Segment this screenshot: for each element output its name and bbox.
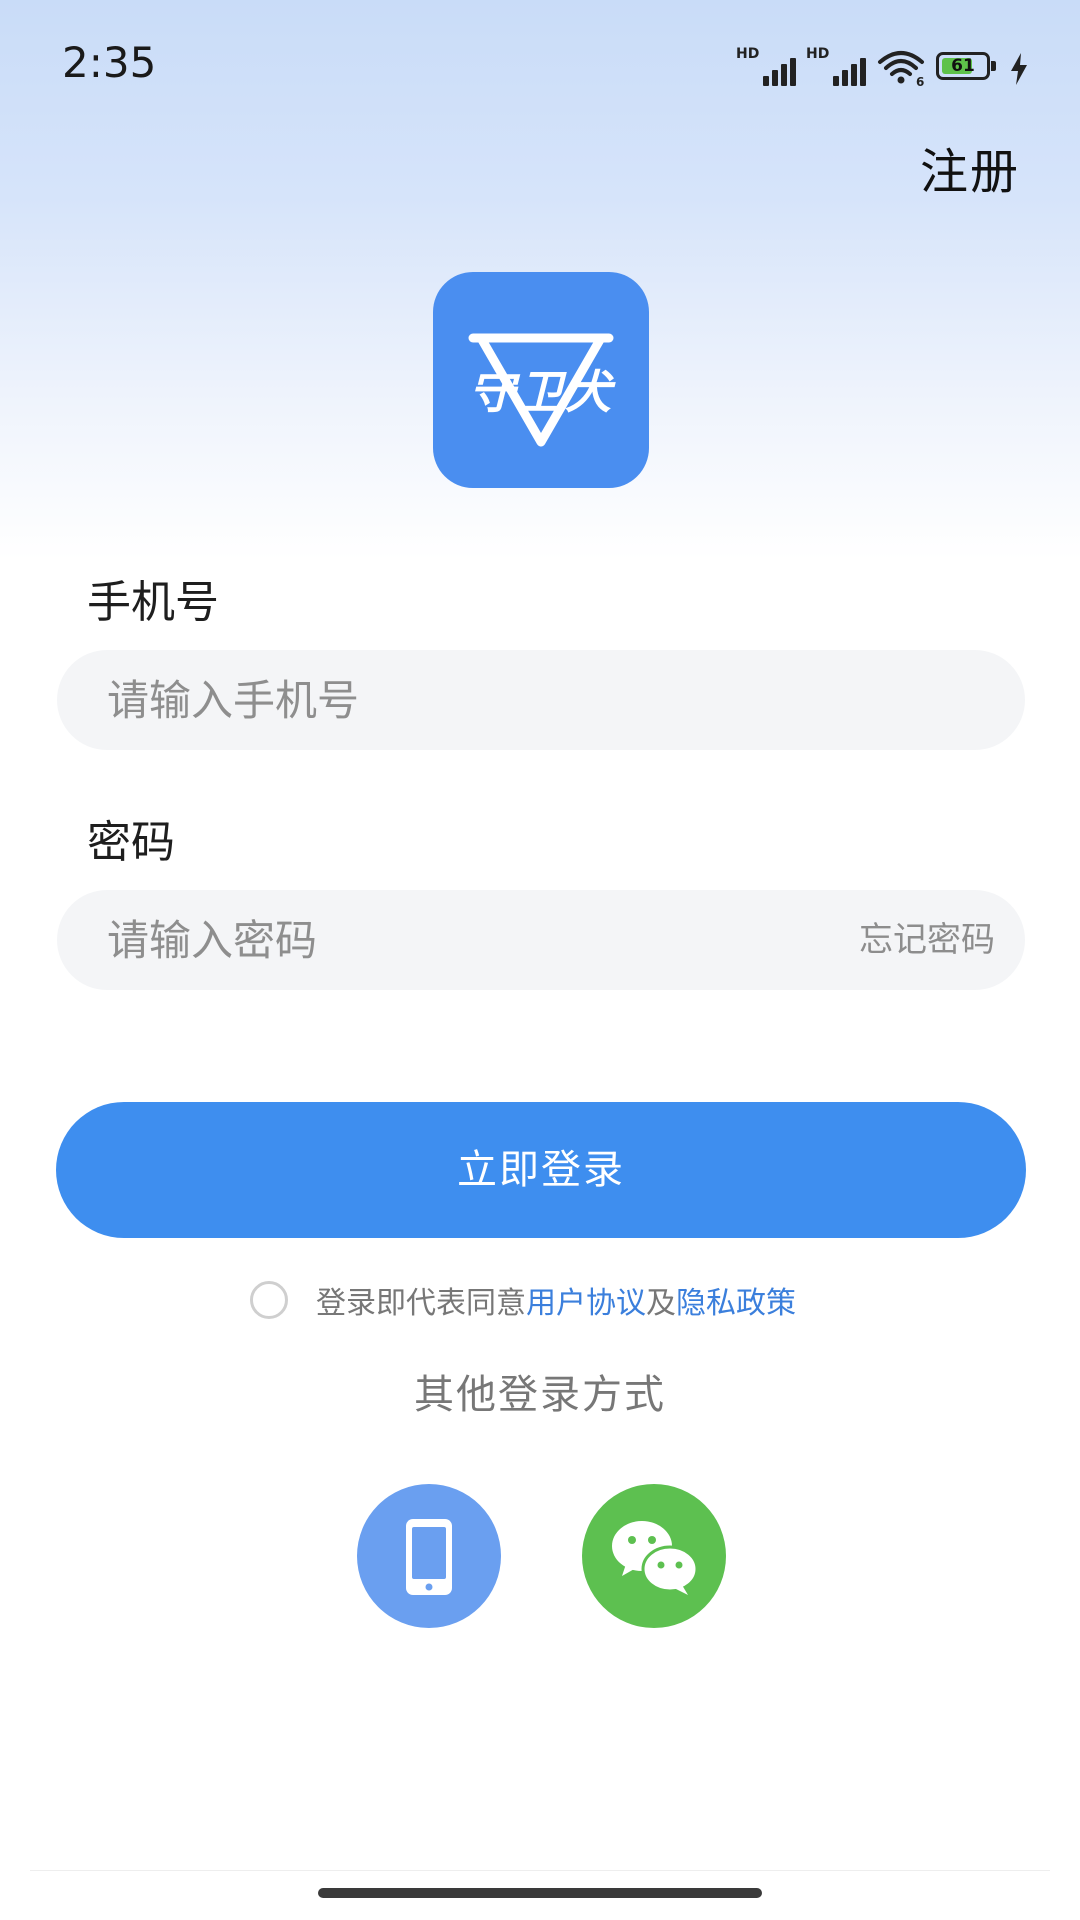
status-time: 2:35 [62,38,157,87]
battery-icon: 61 [936,52,998,82]
register-link[interactable]: 注册 [920,132,1020,202]
bottom-divider [30,1870,1050,1871]
app-logo: 守卫犬 [433,272,649,488]
agreement-row: 登录即代表同意 用户协议 及 隐私政策 [250,1278,796,1322]
phone-input-box[interactable] [57,650,1025,750]
signal-sim2-icon: HD [806,46,866,86]
wifi-badge: 6 [916,75,924,86]
phone-login-button[interactable] [357,1484,501,1628]
logo-text: 守卫犬 [469,365,613,419]
password-label: 密码 [87,817,175,868]
forgot-password-link[interactable]: 忘记密码 [859,890,995,990]
wechat-icon [612,1521,699,1595]
battery-level: 61 [951,56,975,76]
wechat-login-button[interactable] [582,1484,726,1628]
agreement-checkbox[interactable] [250,1281,288,1319]
agreement-prefix: 登录即代表同意 [316,1286,526,1321]
charging-icon [1011,53,1027,85]
status-bar: 2:35 HD HD 6 61 [0,0,1080,130]
signal-sim1-icon: HD [736,46,796,86]
hd-label: HD [806,46,830,62]
privacy-policy-link[interactable]: 隐私政策 [676,1278,796,1322]
password-input[interactable] [107,890,807,990]
password-input-box[interactable]: 忘记密码 [57,890,1025,990]
mobile-phone-icon [406,1519,452,1595]
phone-input[interactable] [107,650,807,750]
hd-label: HD [736,46,760,62]
agreement-conjunction: 及 [646,1286,676,1321]
status-icons: HD HD 6 61 [736,44,1030,86]
login-button[interactable]: 立即登录 [56,1102,1026,1238]
user-agreement-link[interactable]: 用户协议 [526,1278,646,1322]
other-login-title: 其他登录方式 [414,1372,666,1418]
home-indicator[interactable] [318,1888,762,1898]
phone-label: 手机号 [87,577,219,628]
wifi-icon: 6 [878,51,924,86]
